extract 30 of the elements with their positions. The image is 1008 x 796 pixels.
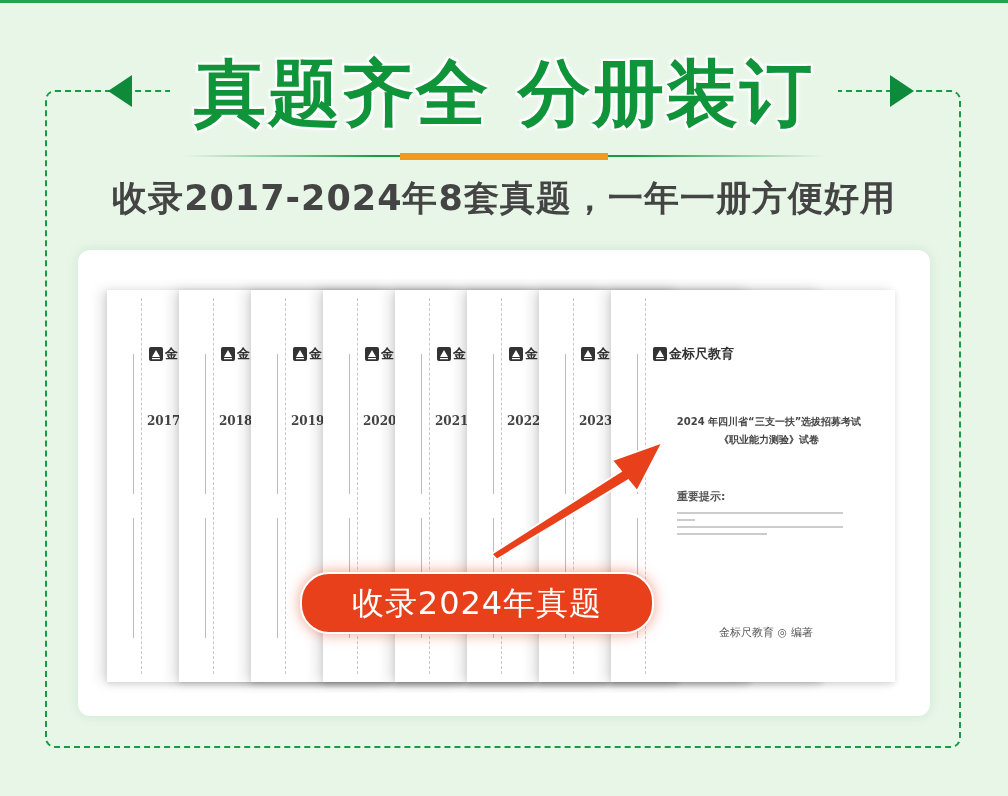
logo-text: 金 (237, 346, 250, 362)
paper-year: 2021 (435, 414, 469, 428)
left-triangle-icon (108, 75, 132, 107)
logo-icon (653, 347, 667, 361)
paper-year: 2020 (363, 414, 397, 428)
callout-pill: 收录2024年真题 (300, 572, 654, 634)
logo-icon (149, 347, 163, 361)
right-triangle-icon (890, 75, 914, 107)
paper-title: 《职业能力测验》试卷 (719, 433, 819, 447)
logo-text: 金 (597, 346, 610, 362)
logo-icon (581, 347, 595, 361)
logo-text: 金 (309, 346, 322, 362)
logo-text: 金 (525, 346, 538, 362)
paper-year: 2018 (219, 414, 253, 428)
paper-title: 2024 年四川省“三支一扶”选拔招募考试 (676, 415, 862, 429)
logo-icon (509, 347, 523, 361)
paper-year: 2022 (507, 414, 541, 428)
logo-text: 金 (165, 346, 178, 362)
notice-heading: 重要提示: (677, 490, 726, 504)
logo-icon (437, 347, 451, 361)
logo-icon (221, 347, 235, 361)
logo-text: 金 (453, 346, 466, 362)
logo-text: 金 (381, 346, 394, 362)
paper-footer: 金标尺教育 ◎ 编著 (719, 626, 813, 640)
paper-year: 2017 (147, 414, 181, 428)
logo-text: 金标尺教育 (669, 346, 734, 362)
logo-icon (365, 347, 379, 361)
paper-year: 2019 (291, 414, 325, 428)
logo-icon (293, 347, 307, 361)
paper-year: 2023 (579, 414, 613, 428)
